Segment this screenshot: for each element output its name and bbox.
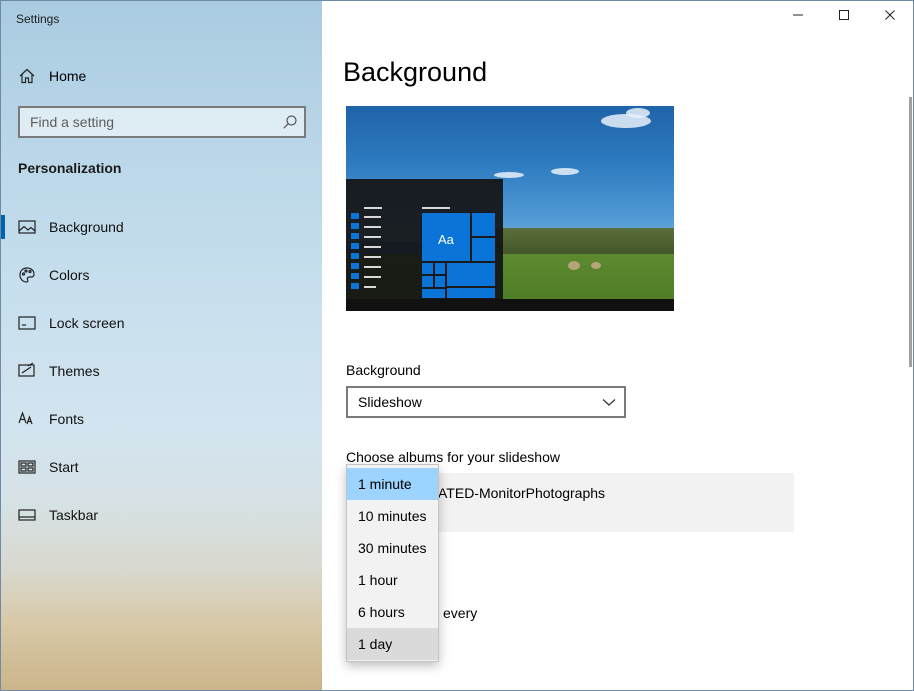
albums-label: Choose albums for your slideshow	[346, 449, 560, 465]
sidebar-item-label: Taskbar	[49, 507, 99, 523]
sidebar-item-taskbar[interactable]: Taskbar	[1, 491, 322, 539]
preview-start-line	[364, 216, 381, 218]
background-type-value: Slideshow	[358, 394, 422, 410]
home-icon	[18, 67, 36, 85]
preview-start-menu: Aa	[346, 179, 503, 299]
preview-start-bar	[351, 233, 359, 239]
background-type-dropdown[interactable]: Slideshow	[346, 386, 626, 418]
preview-start-line	[364, 266, 381, 268]
sidebar-item-label: Start	[49, 459, 79, 475]
preview-hay-bale	[591, 262, 601, 269]
preview-start-line	[364, 286, 376, 288]
preview-start-bar	[351, 213, 359, 219]
themes-icon	[18, 362, 36, 380]
album-name: ATED-MonitorPhotographs	[438, 485, 606, 501]
section-title: Personalization	[18, 160, 122, 176]
search-input[interactable]: Find a setting	[18, 106, 306, 138]
sidebar-item-colors[interactable]: Colors	[1, 251, 322, 299]
background-label: Background	[346, 362, 421, 378]
sidebar-item-label: Fonts	[49, 411, 85, 427]
preview-start-line	[364, 226, 381, 228]
picture-icon	[18, 218, 36, 236]
interval-option-1-minute[interactable]: 1 minute	[347, 468, 438, 500]
interval-options: 1 minute 10 minutes 30 minutes 1 hour 6 …	[347, 465, 438, 660]
background-preview: Aa	[346, 106, 674, 311]
preview-start-bar	[351, 263, 359, 269]
preview-start-bar	[351, 243, 359, 249]
preview-tile	[434, 275, 446, 288]
interval-option-6-hours[interactable]: 6 hours	[347, 596, 438, 628]
preview-hay-bale	[568, 261, 580, 270]
preview-tile	[471, 237, 496, 262]
preview-tile	[446, 287, 496, 299]
preview-start-line	[422, 207, 450, 209]
preview-start-line	[364, 236, 381, 238]
sidebar-item-label: Colors	[49, 267, 90, 283]
preview-tile	[421, 288, 446, 299]
interval-option-10-minutes[interactable]: 10 minutes	[347, 500, 438, 532]
sidebar-item-lock-screen[interactable]: Lock screen	[1, 299, 322, 347]
preview-tile	[421, 262, 434, 275]
change-picture-label: every	[443, 605, 478, 621]
sidebar-item-label: Lock screen	[49, 315, 125, 331]
preview-start-bar	[351, 253, 359, 259]
preview-tile	[471, 212, 496, 237]
search-icon[interactable]	[282, 114, 298, 130]
preview-taskbar	[346, 299, 674, 311]
sidebar-item-start[interactable]: Start	[1, 443, 322, 491]
preview-tile	[421, 275, 434, 288]
interval-option-30-minutes[interactable]: 30 minutes	[347, 532, 438, 564]
preview-cloud	[494, 172, 524, 178]
interval-option-1-day[interactable]: 1 day	[347, 628, 438, 660]
preview-start-line	[364, 256, 381, 258]
preview-cloud	[626, 108, 650, 118]
home-label: Home	[49, 68, 87, 84]
settings-window: Settings Home Find a setting Personaliza…	[0, 0, 914, 691]
sidebar-item-label: Themes	[49, 363, 100, 379]
nav-list: Background Colors Lock screen Themes Fon…	[1, 203, 322, 539]
sidebar-item-themes[interactable]: Themes	[1, 347, 322, 395]
preview-tile-text: Aa	[438, 232, 454, 247]
search-placeholder: Find a setting	[30, 114, 115, 130]
app-title: Settings	[16, 12, 60, 26]
preview-start-bar	[351, 223, 359, 229]
lock-screen-icon	[18, 314, 36, 332]
start-icon	[18, 458, 36, 476]
preview-start-bar	[351, 283, 359, 289]
sidebar-item-fonts[interactable]: Fonts	[1, 395, 322, 443]
preview-tile	[446, 262, 496, 287]
preview-tile	[434, 262, 446, 275]
palette-icon	[18, 266, 36, 284]
page-title: Background	[343, 57, 488, 87]
taskbar-icon	[18, 506, 36, 524]
chevron-down-icon	[602, 395, 616, 409]
sidebar-item-label: Background	[49, 219, 124, 235]
preview-cloud	[551, 168, 579, 175]
scrollbar[interactable]	[909, 97, 912, 367]
preview-start-line	[364, 276, 381, 278]
sidebar: Settings Home Find a setting Personaliza…	[1, 1, 322, 690]
preview-start-line	[364, 207, 382, 209]
home-nav-item[interactable]: Home	[18, 65, 86, 87]
interval-option-1-hour[interactable]: 1 hour	[347, 564, 438, 596]
sidebar-item-background[interactable]: Background	[1, 203, 322, 251]
interval-dropdown-flyout: 1 minute 10 minutes 30 minutes 1 hour 6 …	[346, 464, 439, 662]
preview-start-line	[364, 246, 381, 248]
preview-start-bar	[351, 273, 359, 279]
fonts-icon	[18, 410, 36, 428]
